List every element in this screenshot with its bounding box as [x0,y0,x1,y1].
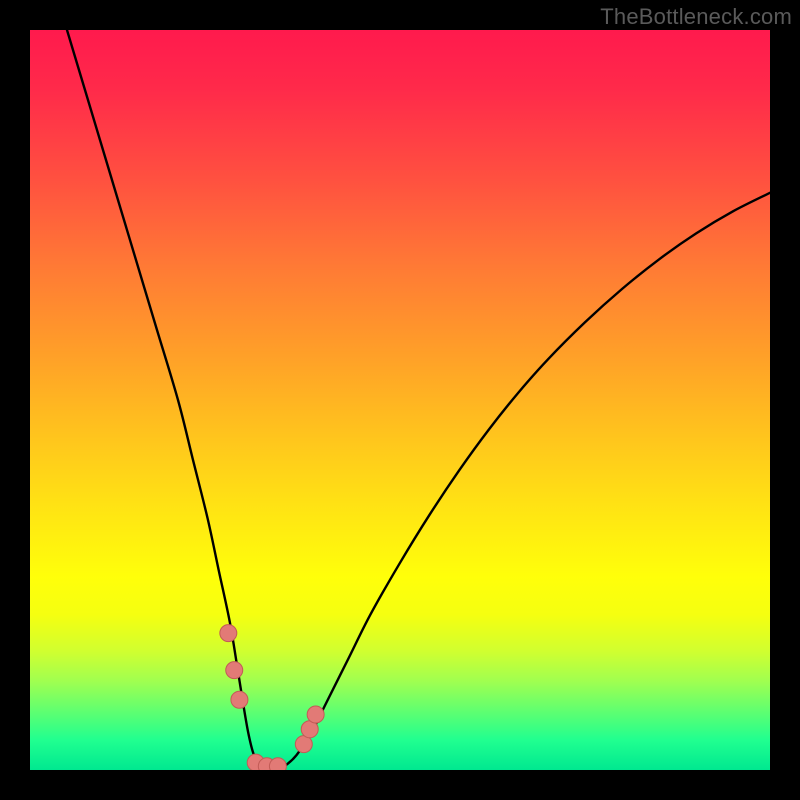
data-marker [226,662,243,679]
chart-svg [30,30,770,770]
watermark-text: TheBottleneck.com [600,4,792,30]
data-marker [220,625,237,642]
bottleneck-curve [67,30,770,770]
data-marker [307,706,324,723]
plot-area [30,30,770,770]
chart-frame: TheBottleneck.com [0,0,800,800]
data-marker [269,758,286,770]
data-markers [220,625,324,770]
data-marker [231,691,248,708]
